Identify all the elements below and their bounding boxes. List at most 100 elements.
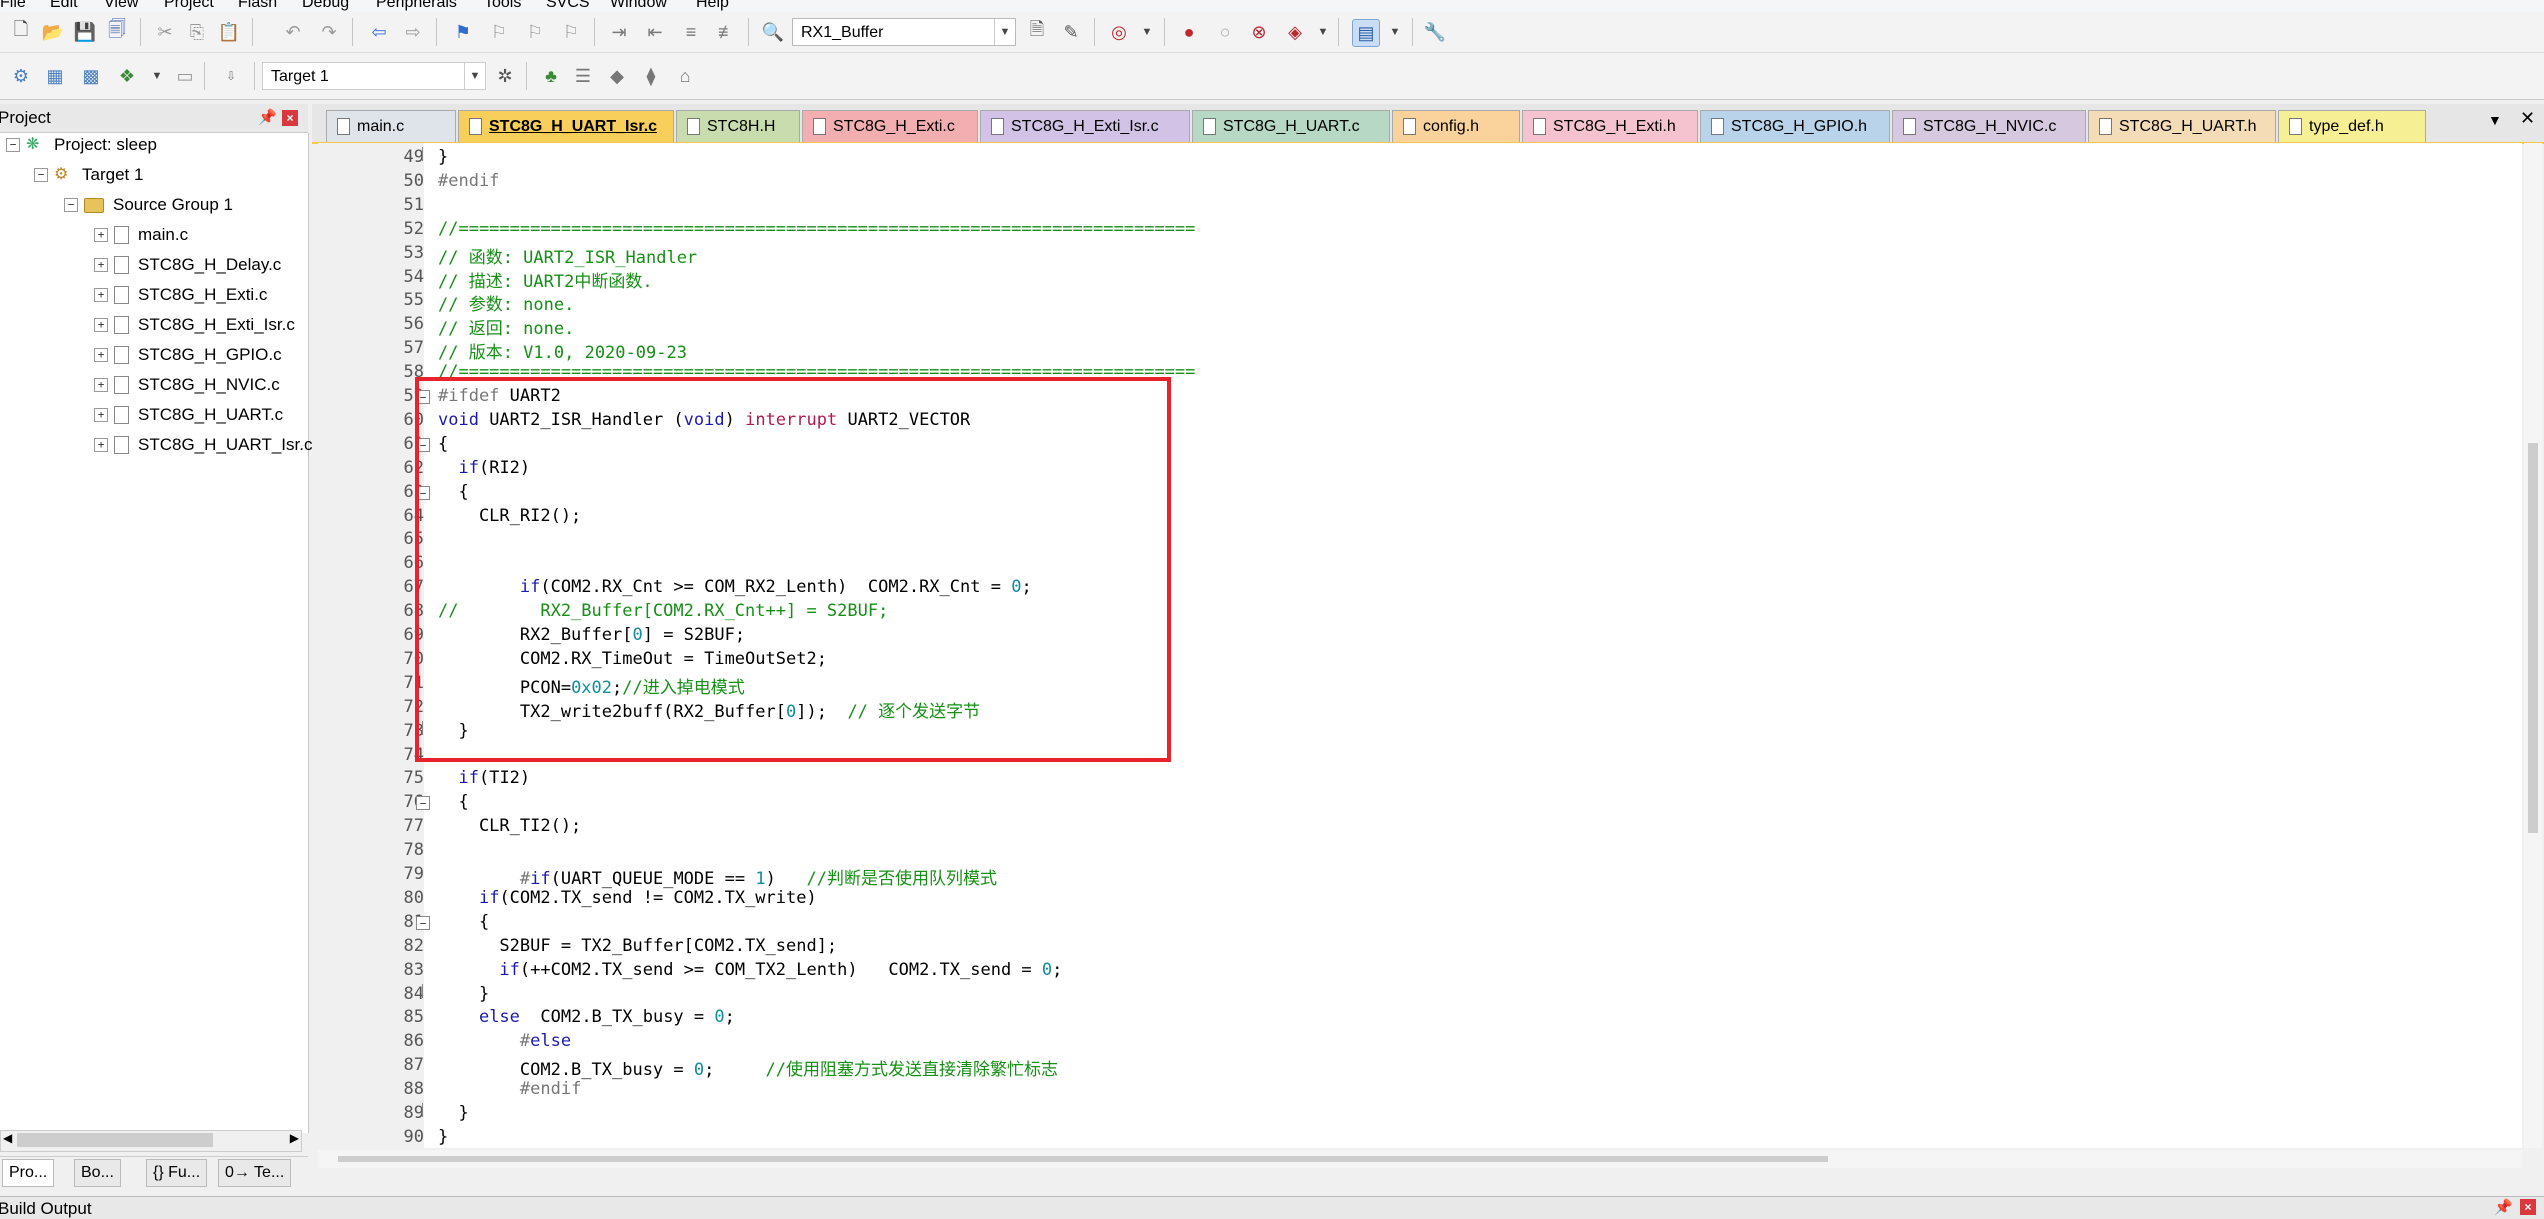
menu-peripherals[interactable]: Peripherals <box>376 0 457 12</box>
fold-toggle-icon[interactable]: − <box>416 796 430 811</box>
collapse-icon[interactable]: − <box>6 138 20 152</box>
fold-toggle-icon[interactable]: − <box>416 915 430 930</box>
chevron-down-icon[interactable]: ▼ <box>464 63 485 89</box>
menu-file[interactable]: File <box>0 0 26 12</box>
new-file-icon[interactable]: 🗋 <box>8 19 34 45</box>
fold-toggle-icon[interactable]: − <box>416 390 430 404</box>
menu-edit[interactable]: Edit <box>50 0 78 12</box>
code-line[interactable]: } <box>438 1127 448 1147</box>
navigate-back-icon[interactable]: ⇦ <box>366 19 392 45</box>
code-line[interactable]: #else <box>438 1031 571 1051</box>
pin-icon[interactable]: 📌 <box>258 108 277 126</box>
manage-run-time-environment-icon[interactable]: ☰ <box>570 63 596 89</box>
breakpoint-icon[interactable]: ● <box>1176 19 1202 45</box>
undo-icon[interactable]: ↶ <box>280 19 306 45</box>
tree-item-project[interactable]: − ❋ Project: sleep <box>6 133 157 157</box>
code-line[interactable]: // 参数: none. <box>438 290 574 315</box>
collapse-icon[interactable]: − <box>64 198 78 212</box>
find-icon[interactable]: 🗎 <box>1024 19 1050 45</box>
code-line[interactable]: RX2_Buffer[0] = S2BUF; <box>438 625 745 645</box>
menu-tools[interactable]: Tools <box>484 0 521 12</box>
expand-icon[interactable]: + <box>94 438 108 452</box>
code-line[interactable]: { <box>438 482 468 502</box>
editor-tab[interactable]: STC8G_H_GPIO.h <box>1700 110 1890 142</box>
chevron-down-icon[interactable]: ▼ <box>994 19 1015 45</box>
home-pack-icon[interactable]: ⌂ <box>672 63 698 89</box>
close-icon[interactable]: × <box>282 110 298 126</box>
code-line[interactable]: #if(UART_QUEUE_MODE == 1) //判断是否使用队列模式 <box>438 864 997 889</box>
code-line[interactable]: #ifdef UART2 <box>438 386 561 406</box>
code-editor[interactable]: 49 50 51 52 53 54 55 56 57 58 59−60 61−62 63−64 65 66 6… <box>318 143 2522 1148</box>
cut-icon[interactable]: ✂ <box>152 19 178 45</box>
target-options-icon[interactable]: ✲ <box>492 63 518 89</box>
uncomment-icon[interactable]: ≢ <box>714 19 740 45</box>
redo-icon[interactable]: ↷ <box>316 19 342 45</box>
close-icon[interactable]: × <box>2520 1199 2536 1215</box>
code-line[interactable]: CLR_RI2(); <box>438 506 581 526</box>
code-line[interactable]: else COM2.B_TX_busy = 0; <box>438 1007 735 1027</box>
menu-project[interactable]: Project <box>164 0 214 12</box>
code-line[interactable]: PCON=0x02;//进入掉电模式 <box>438 673 745 698</box>
indent-icon[interactable]: ⇥ <box>606 19 632 45</box>
scroll-thumb[interactable] <box>17 1133 213 1147</box>
scroll-thumb[interactable] <box>338 1156 1828 1162</box>
code-line[interactable]: CLR_TI2(); <box>438 816 581 836</box>
code-line[interactable]: // 版本: V1.0, 2020-09-23 <box>438 338 687 363</box>
navigate-forward-icon[interactable]: ⇨ <box>400 19 426 45</box>
rebuild-icon[interactable]: ▩ <box>78 63 104 89</box>
tab-templates[interactable]: 0→ Te... <box>218 1159 292 1187</box>
tab-list-chevron-icon[interactable]: ▼ <box>2488 112 2502 128</box>
find-in-files-icon[interactable]: 🔍 <box>760 19 786 45</box>
editor-tab[interactable]: main.c <box>326 110 456 142</box>
breakpoint-disable-icon[interactable]: ○ <box>1212 19 1238 45</box>
code-line[interactable]: // RX2_Buffer[COM2.RX_Cnt++] = S2BUF; <box>438 601 888 621</box>
save-icon[interactable]: 💾 <box>72 19 98 45</box>
expand-icon[interactable]: + <box>94 378 108 392</box>
breakpoint-options-icon[interactable]: ◈ <box>1282 19 1308 45</box>
tree-item-file[interactable]: + STC8G_H_GPIO.c <box>94 343 282 367</box>
incremental-find-icon[interactable]: ✎ <box>1058 19 1084 45</box>
tree-item-file[interactable]: + main.c <box>94 223 188 247</box>
menu-debug[interactable]: Debug <box>302 0 349 12</box>
scroll-thumb[interactable] <box>2528 443 2538 833</box>
select-packs-icon[interactable]: ◆ <box>604 63 630 89</box>
save-all-icon[interactable]: 🗐 <box>104 19 130 45</box>
menu-svcs[interactable]: SVCS <box>546 0 590 12</box>
paste-icon[interactable]: 📋 <box>216 19 242 45</box>
editor-tab[interactable]: type_def.h <box>2278 110 2426 142</box>
copy-icon[interactable]: ⎘ <box>184 19 210 45</box>
expand-icon[interactable]: + <box>94 348 108 362</box>
fold-toggle-icon[interactable]: − <box>416 485 430 500</box>
configuration-wrench-icon[interactable]: 🔧 <box>1422 19 1448 45</box>
window-layout-icon[interactable]: ▤ <box>1352 19 1380 47</box>
editor-vertical-scrollbar[interactable] <box>2524 143 2542 1148</box>
code-line[interactable]: COM2.B_TX_busy = 0; //使用阻塞方式发送直接清除繁忙标志 <box>438 1055 1058 1080</box>
code-line[interactable]: { <box>438 912 489 932</box>
unindent-icon[interactable]: ⇤ <box>642 19 668 45</box>
manage-project-items-icon[interactable]: ♣ <box>538 63 564 89</box>
code-line[interactable]: } <box>438 147 448 167</box>
editor-tab[interactable]: STC8G_H_UART.c <box>1192 110 1390 142</box>
menu-view[interactable]: View <box>104 0 138 12</box>
code-line[interactable]: #endif <box>438 171 499 191</box>
open-file-icon[interactable]: 📂 <box>40 19 66 45</box>
bookmark-next-icon[interactable]: ⚐ <box>522 19 548 45</box>
translate-icon[interactable]: ⚙ <box>8 63 34 89</box>
chevron-down-icon[interactable]: ▼ <box>144 63 170 89</box>
expand-icon[interactable]: + <box>94 408 108 422</box>
tab-project[interactable]: Pro... <box>2 1159 55 1187</box>
code-line[interactable]: if(RI2) <box>438 458 530 478</box>
code-line[interactable]: S2BUF = TX2_Buffer[COM2.TX_send]; <box>438 936 837 956</box>
bookmark-prev-icon[interactable]: ⚐ <box>486 19 512 45</box>
editor-tab[interactable]: STC8G_H_UART_Isr.c <box>458 110 674 142</box>
menu-flash[interactable]: Flash <box>238 0 277 12</box>
expand-icon[interactable]: + <box>94 258 108 272</box>
code-line[interactable]: COM2.RX_TimeOut = TimeOutSet2; <box>438 649 827 669</box>
editor-tab[interactable]: STC8G_H_Exti.h <box>1522 110 1698 142</box>
code-line[interactable]: { <box>438 434 448 454</box>
editor-tab[interactable]: STC8G_H_Exti.c <box>802 110 978 142</box>
editor-horizontal-scrollbar[interactable] <box>318 1150 2522 1168</box>
tree-item-group[interactable]: − Source Group 1 <box>64 193 233 217</box>
code-line[interactable]: if(TI2) <box>438 768 530 788</box>
tab-functions[interactable]: {} Fu... <box>146 1159 208 1187</box>
